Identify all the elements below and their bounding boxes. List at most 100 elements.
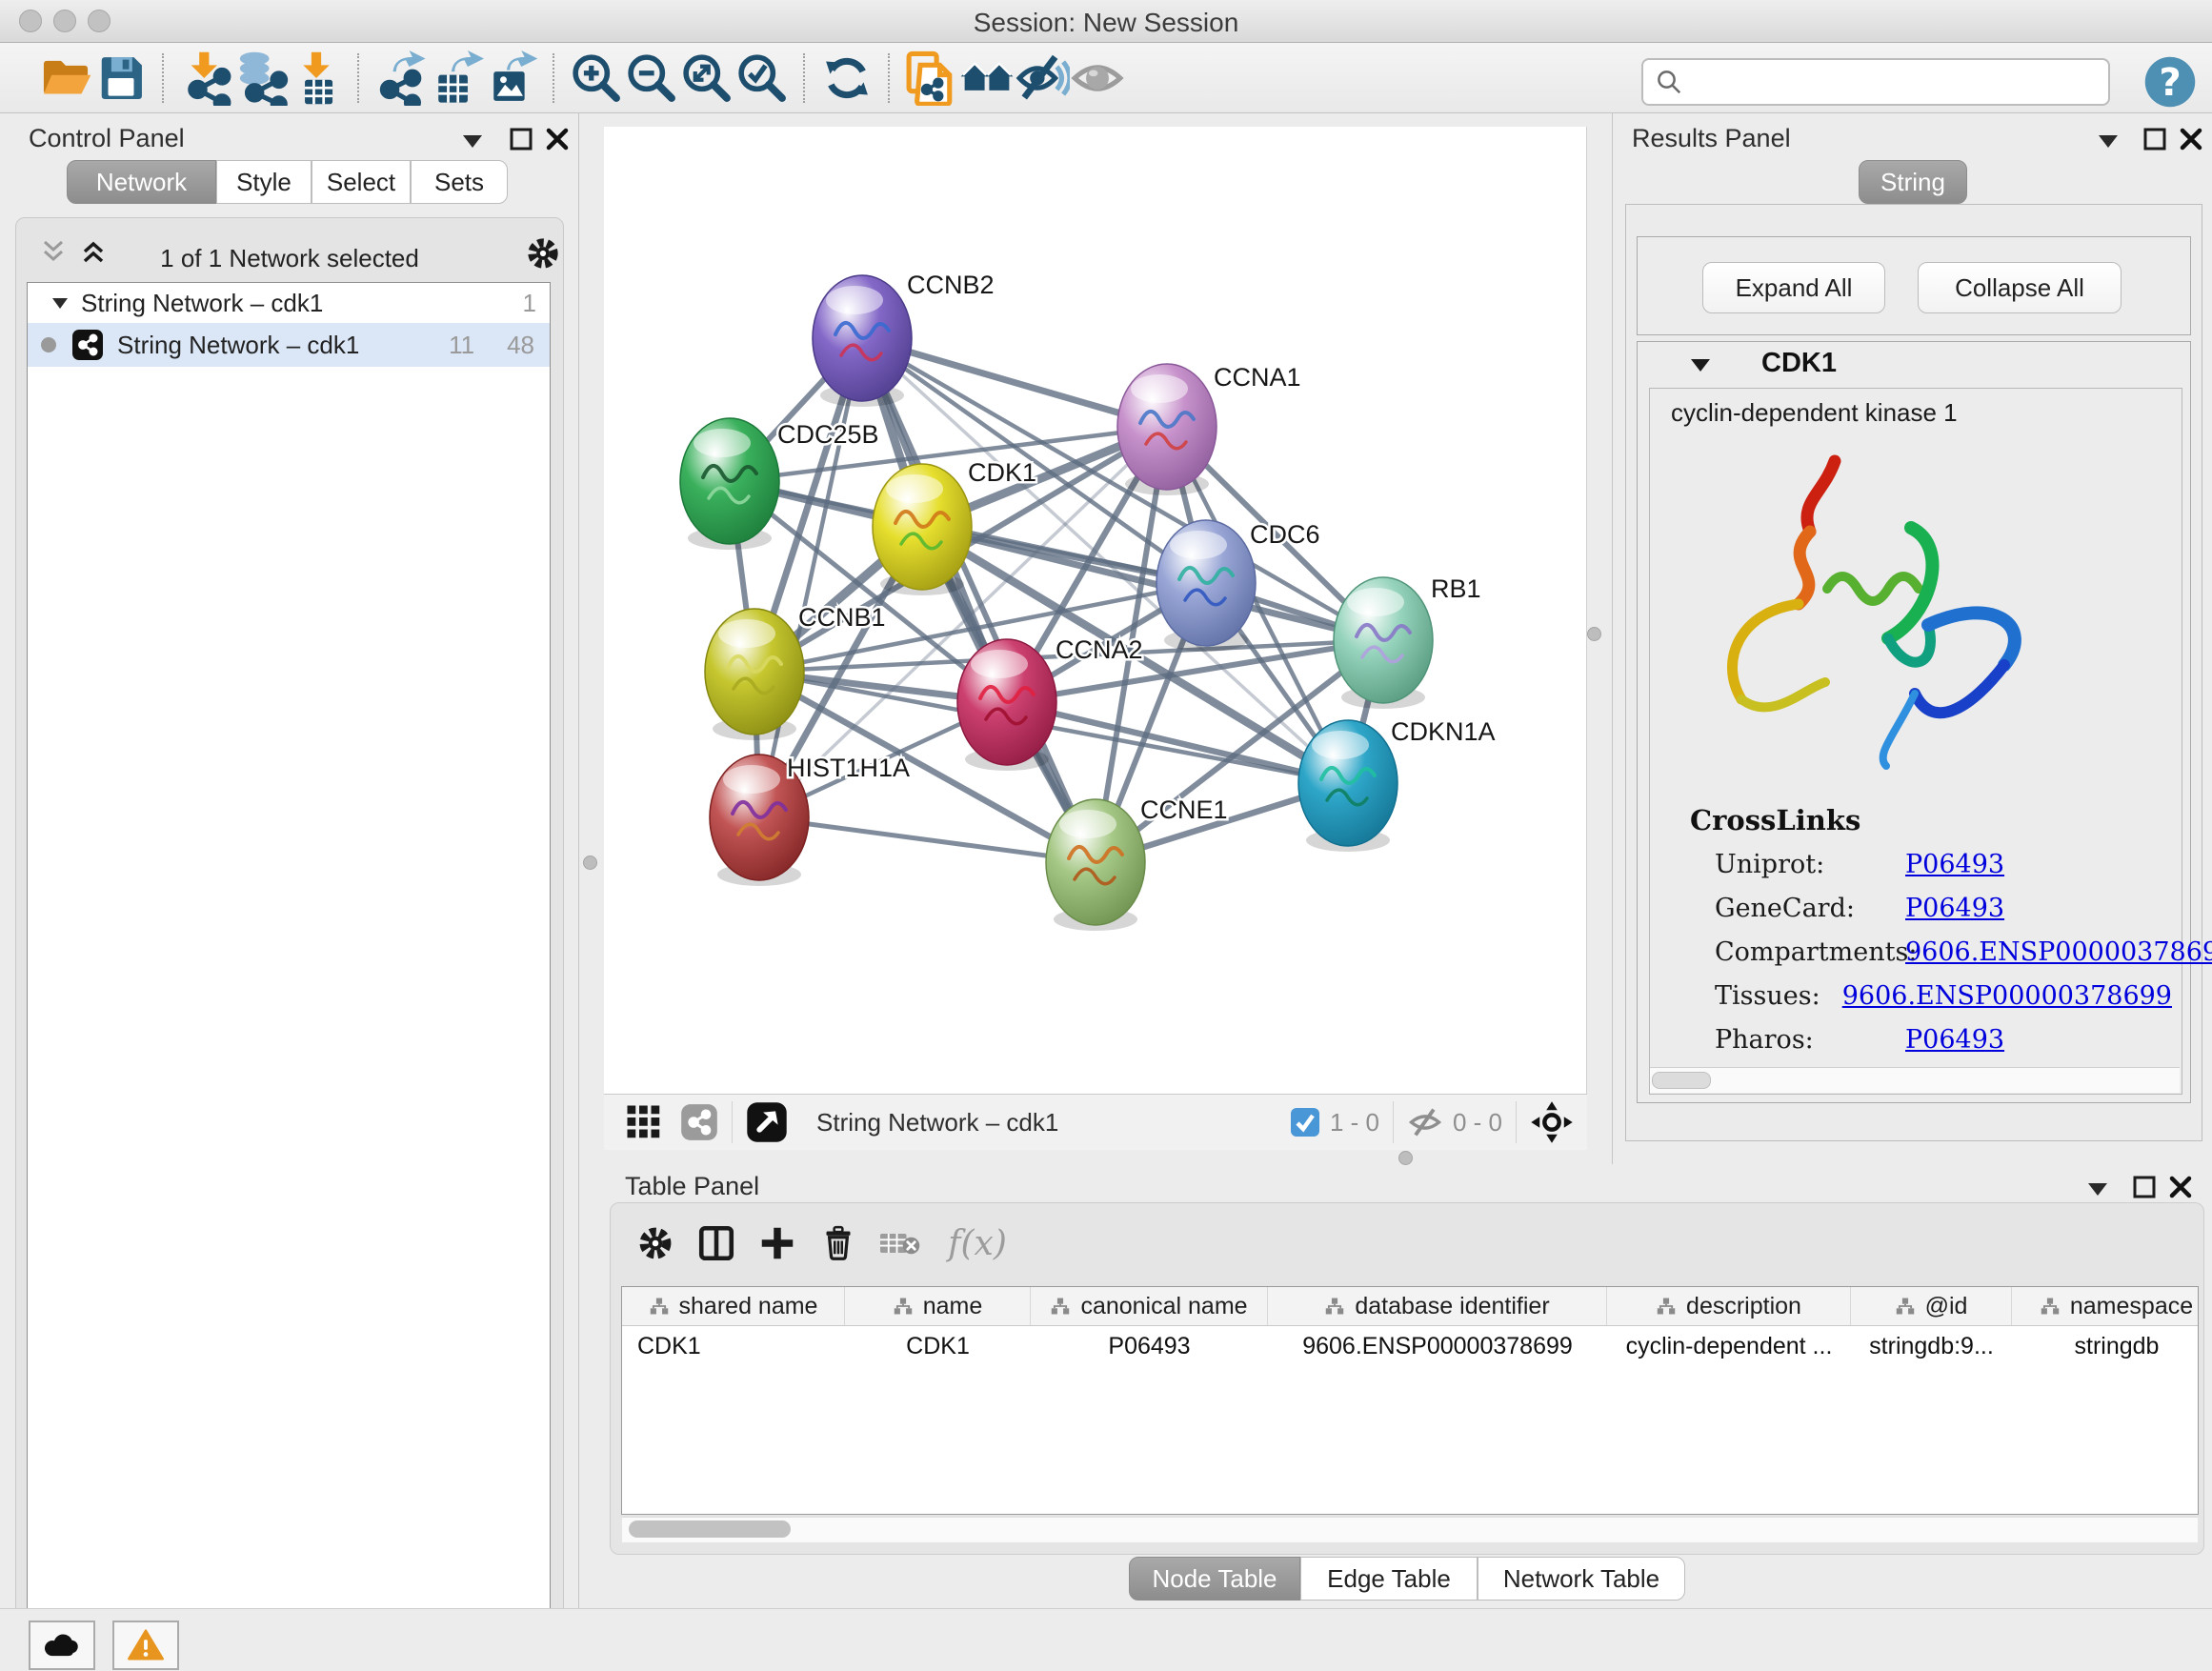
zoom-selected-button[interactable]	[734, 50, 790, 106]
network-edge[interactable]	[862, 338, 1096, 862]
network-collection-row[interactable]: String Network – cdk1 1	[28, 283, 550, 323]
show-columns-button[interactable]	[686, 1217, 747, 1270]
cloud-status-button[interactable]	[29, 1621, 95, 1670]
table-hscrollbar[interactable]	[622, 1517, 2198, 1542]
collapse-all-button[interactable]: Collapse All	[1918, 262, 2122, 313]
float-table-panel-icon[interactable]	[2132, 1175, 2157, 1199]
import-database-icon	[233, 50, 289, 106]
collapse-panel-icon[interactable]	[463, 135, 482, 148]
table-cell[interactable]: 9606.ENSP00000378699	[1268, 1326, 1607, 1366]
zoom-out-button[interactable]	[624, 50, 679, 106]
search-input[interactable]	[1683, 68, 2087, 96]
collapse-results-icon[interactable]	[2099, 135, 2118, 148]
network-edge[interactable]	[759, 338, 862, 817]
export-table-icon	[429, 50, 484, 106]
tab-select[interactable]: Select	[312, 160, 411, 204]
hide-glass-panes-button[interactable]	[1015, 50, 1070, 106]
crosslink-link[interactable]: 9606.ENSP00000378699	[1842, 981, 2172, 1011]
table-cell[interactable]: stringdb:9...	[1851, 1326, 2012, 1366]
network-badge-gray-icon[interactable]	[680, 1103, 718, 1141]
function-builder-button[interactable]: f(x)	[930, 1217, 1025, 1270]
table-cell[interactable]: CDK1	[845, 1326, 1031, 1366]
import-network-database-button[interactable]	[233, 50, 289, 106]
network-edge[interactable]	[759, 817, 1096, 862]
tab-network[interactable]: Network	[67, 160, 216, 204]
table-cell[interactable]: P06493	[1031, 1326, 1268, 1366]
search-field[interactable]	[1641, 58, 2110, 106]
network-list: String Network – cdk1 1 String Network –…	[27, 282, 551, 1671]
network-options-gear-icon[interactable]	[524, 234, 562, 272]
crosslink-link[interactable]: P06493	[1905, 894, 2004, 923]
table-cell[interactable]: cyclin-dependent ...	[1607, 1326, 1851, 1366]
zoom-selected-icon	[735, 51, 789, 105]
string-home-button[interactable]	[959, 50, 1015, 106]
zoom-fit-button[interactable]	[679, 50, 734, 106]
birdseye-grid-icon[interactable]	[625, 1103, 663, 1141]
collapse-table-panel-icon[interactable]	[2088, 1183, 2107, 1196]
results-hscrollbar[interactable]	[1650, 1067, 2180, 1093]
column-header-namespace[interactable]: namespace	[2012, 1287, 2199, 1325]
horizontal-splitter-handle[interactable]	[1398, 1151, 1413, 1165]
export-network-icon	[373, 50, 429, 106]
save-session-button[interactable]	[93, 50, 149, 106]
zoom-out-icon	[625, 51, 678, 105]
column-header-canonical-name[interactable]: canonical name	[1031, 1287, 1268, 1325]
open-session-button[interactable]	[38, 50, 93, 106]
network-row-selected[interactable]: String Network – cdk1 11 48	[28, 323, 550, 367]
crosslink-link[interactable]: 9606.ENSP00000378699	[1905, 937, 2212, 967]
delete-table-button[interactable]	[869, 1217, 930, 1270]
export-network-button[interactable]	[373, 50, 429, 106]
table-options-button[interactable]	[625, 1217, 686, 1270]
table-row[interactable]: CDK1CDK1P064939606.ENSP00000378699cyclin…	[622, 1326, 2198, 1366]
help-button[interactable]: ?	[2143, 55, 2197, 113]
column-header-shared-name[interactable]: shared name	[622, 1287, 845, 1325]
table-cell[interactable]: CDK1	[622, 1326, 845, 1366]
zoom-in-button[interactable]	[569, 50, 624, 106]
tab-string[interactable]: String	[1859, 160, 1967, 204]
cloud-icon	[42, 1631, 82, 1660]
add-column-button[interactable]	[747, 1217, 808, 1270]
open-in-window-icon[interactable]	[746, 1101, 788, 1143]
import-table-file-button[interactable]	[289, 50, 344, 106]
column-header--id[interactable]: @id	[1851, 1287, 2012, 1325]
expand-collection-icon[interactable]	[52, 298, 68, 309]
expand-all-button[interactable]: Expand All	[1702, 262, 1885, 313]
left-splitter-handle[interactable]	[583, 856, 597, 870]
table-cell[interactable]: stringdb	[2012, 1326, 2199, 1366]
crosslink-link[interactable]: P06493	[1905, 1025, 2004, 1055]
tab-edge-table[interactable]: Edge Table	[1300, 1557, 1478, 1601]
network-canvas[interactable]: CCNB2CCNA1CDC25BCDK1CDC6RB1CCNB1CCNA2CDK…	[604, 127, 1587, 1094]
close-results-icon[interactable]	[2179, 127, 2203, 151]
tab-network-table[interactable]: Network Table	[1478, 1557, 1685, 1601]
node-table: shared namenamecanonical namedatabase id…	[621, 1286, 2199, 1515]
right-splitter-handle[interactable]	[1587, 627, 1601, 641]
warnings-button[interactable]	[112, 1621, 179, 1670]
crosslink-row: Tissues:9606.ENSP00000378699	[1715, 974, 2172, 1017]
column-header-name[interactable]: name	[845, 1287, 1031, 1325]
node-label-cdk1: CDK1	[968, 458, 1036, 487]
close-table-panel-icon[interactable]	[2168, 1175, 2193, 1199]
import-network-file-button[interactable]	[178, 50, 233, 106]
tab-style[interactable]: Style	[216, 160, 312, 204]
refresh-view-button[interactable]	[819, 50, 875, 106]
share-documents-button[interactable]	[904, 50, 959, 106]
collapse-protein-icon[interactable]	[1691, 359, 1710, 372]
tab-sets[interactable]: Sets	[411, 160, 508, 204]
table-hscroll-thumb[interactable]	[629, 1520, 791, 1538]
network-graph[interactable]: CCNB2CCNA1CDC25BCDK1CDC6RB1CCNB1CCNA2CDK…	[604, 127, 1587, 1094]
pan-crosshair-icon[interactable]	[1530, 1100, 1574, 1144]
column-header-description[interactable]: description	[1607, 1287, 1851, 1325]
selected-checkbox-icon[interactable]	[1290, 1107, 1320, 1137]
tab-node-table[interactable]: Node Table	[1129, 1557, 1300, 1601]
export-image-button[interactable]	[484, 50, 539, 106]
column-attribute-icon	[1050, 1297, 1071, 1316]
show-eye-button[interactable]	[1070, 50, 1125, 106]
close-panel-icon[interactable]	[545, 127, 570, 151]
float-panel-icon[interactable]	[509, 127, 533, 151]
delete-column-button[interactable]	[808, 1217, 869, 1270]
column-header-database-identifier[interactable]: database identifier	[1268, 1287, 1607, 1325]
export-table-button[interactable]	[429, 50, 484, 106]
float-results-icon[interactable]	[2142, 127, 2167, 151]
crosslink-link[interactable]: P06493	[1905, 850, 2004, 879]
results-hscroll-thumb[interactable]	[1652, 1072, 1711, 1089]
